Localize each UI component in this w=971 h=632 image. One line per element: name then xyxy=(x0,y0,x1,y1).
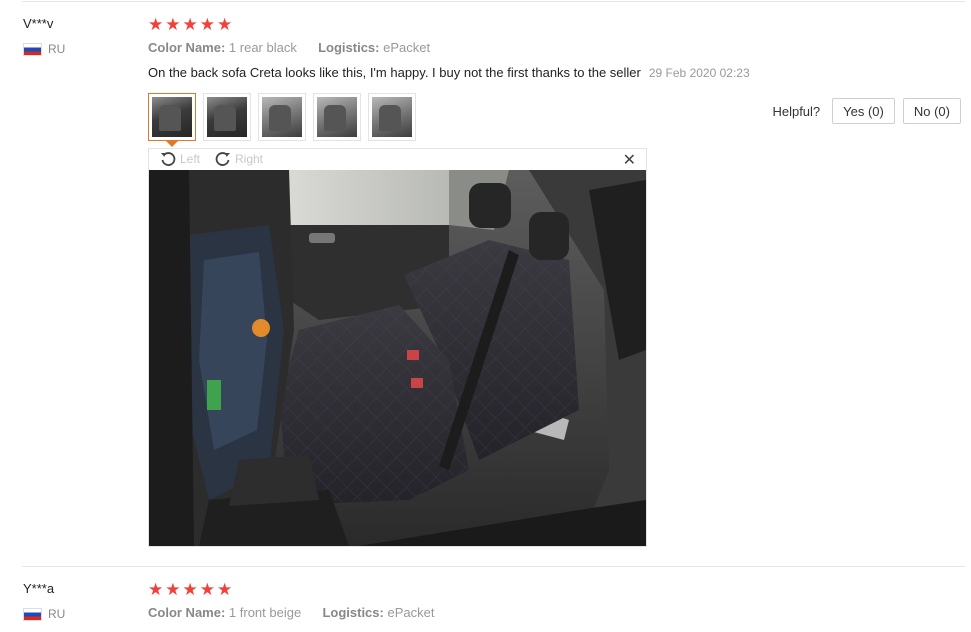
country-code: RU xyxy=(48,42,66,56)
photo-thumbnail[interactable] xyxy=(203,93,251,141)
star-icon: ★ xyxy=(148,580,164,599)
logistics-key: Logistics: xyxy=(318,40,380,55)
photo-thumbnail[interactable] xyxy=(368,93,416,141)
car-back-seat-photo xyxy=(149,170,646,546)
star-icon: ★ xyxy=(199,580,215,599)
star-icon: ★ xyxy=(217,15,233,34)
photo-thumbnail[interactable] xyxy=(258,93,306,141)
order-attributes: Color Name: 1 front beige Logistics: ePa… xyxy=(148,605,434,620)
star-rating: ★ ★ ★ ★ ★ xyxy=(148,16,232,33)
review-divider xyxy=(22,566,965,567)
close-icon[interactable]: ✕ xyxy=(623,150,636,170)
photo-thumbnails xyxy=(148,93,416,147)
rotate-right-icon xyxy=(215,152,230,166)
reviewer-name: V***v xyxy=(23,16,54,31)
review-text: On the back sofa Creta looks like this, … xyxy=(148,65,750,80)
rotate-right-button[interactable]: Right xyxy=(215,151,263,167)
star-icon: ★ xyxy=(199,15,215,34)
helpful-yes-button[interactable]: Yes (0) xyxy=(832,98,895,124)
color-name-value: 1 front beige xyxy=(228,605,302,620)
reviewer-name: Y***a xyxy=(23,581,55,596)
star-icon: ★ xyxy=(182,580,198,599)
rotate-right-label: Right xyxy=(235,152,264,166)
rotate-left-label: Left xyxy=(180,152,201,166)
top-divider xyxy=(22,1,965,2)
star-rating: ★ ★ ★ ★ ★ xyxy=(148,581,232,598)
reviewer-country: RU xyxy=(23,607,65,621)
star-icon: ★ xyxy=(182,15,198,34)
helpful-no-button[interactable]: No (0) xyxy=(902,98,961,124)
logistics-value: ePacket xyxy=(387,605,435,620)
color-name-value: 1 rear black xyxy=(228,40,297,55)
helpful-voting: Helpful? Yes (0) No (0) xyxy=(772,98,961,124)
viewer-toolbar: Left Right ✕ xyxy=(149,149,646,170)
review-time: 29 Feb 2020 02:23 xyxy=(648,66,750,80)
star-icon: ★ xyxy=(148,15,164,34)
star-icon: ★ xyxy=(217,580,233,599)
star-icon: ★ xyxy=(165,580,181,599)
helpful-label: Helpful? xyxy=(772,103,821,119)
reviewer-country: RU xyxy=(23,42,65,56)
review-photo xyxy=(149,170,646,546)
photo-thumbnail[interactable] xyxy=(148,93,196,147)
russia-flag-icon xyxy=(23,607,42,621)
photo-viewer: Left Right ✕ xyxy=(148,148,647,547)
logistics-value: ePacket xyxy=(383,40,431,55)
color-name-key: Color Name: xyxy=(148,605,226,620)
rotate-left-icon xyxy=(161,152,176,166)
color-name-key: Color Name: xyxy=(148,40,226,55)
review-body: On the back sofa Creta looks like this, … xyxy=(148,65,641,80)
order-attributes: Color Name: 1 rear black Logistics: ePac… xyxy=(148,40,430,55)
logistics-key: Logistics: xyxy=(322,605,384,620)
star-icon: ★ xyxy=(165,15,181,34)
photo-thumbnail[interactable] xyxy=(313,93,361,141)
country-code: RU xyxy=(48,607,66,621)
russia-flag-icon xyxy=(23,42,42,56)
rotate-left-button[interactable]: Left xyxy=(160,151,200,167)
